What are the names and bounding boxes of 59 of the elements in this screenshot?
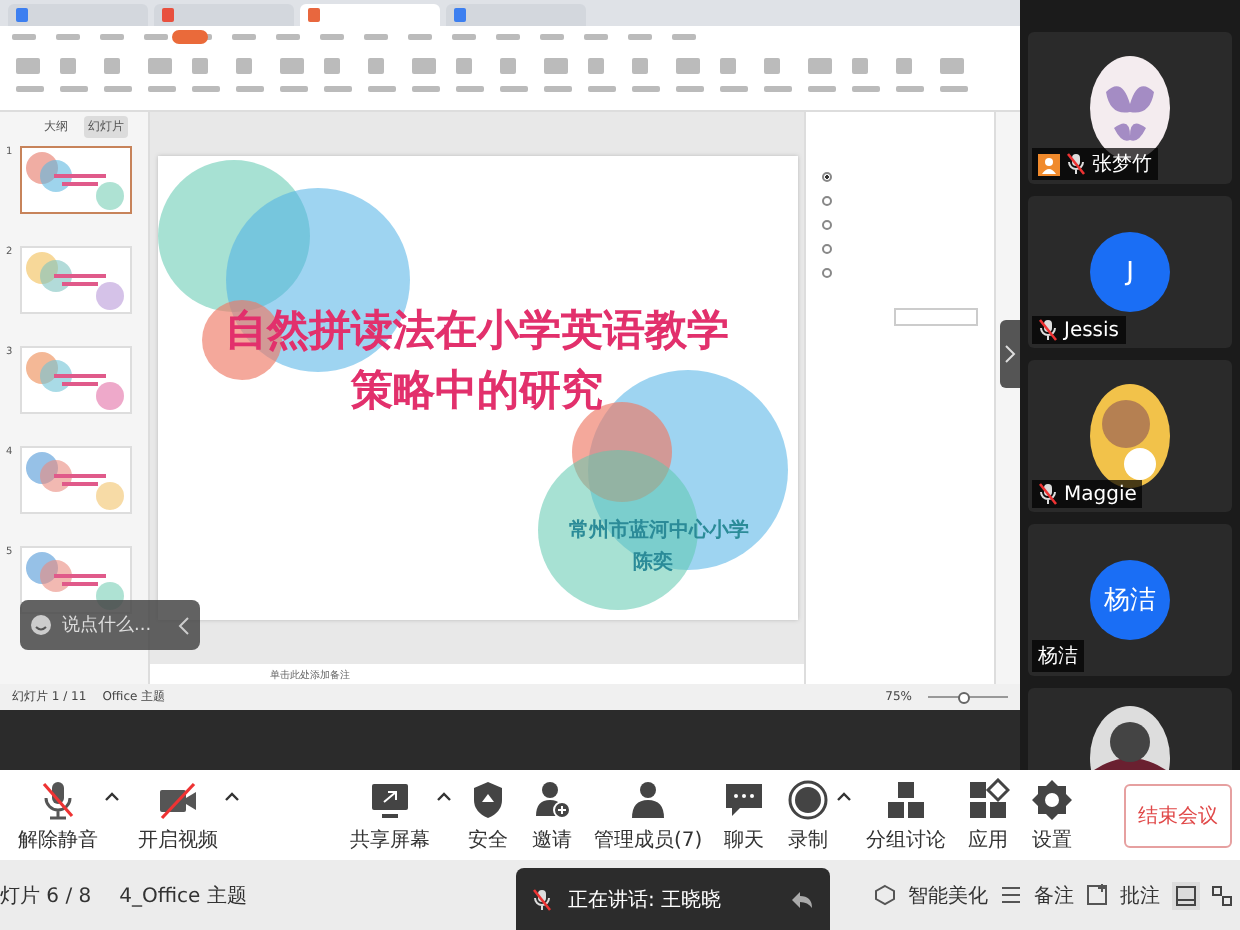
settings-icon: [1030, 777, 1075, 821]
apps-icon: [966, 777, 1011, 821]
slide-thumbnail[interactable]: [20, 146, 132, 214]
document-tab[interactable]: [154, 4, 294, 26]
document-tab[interactable]: [446, 4, 586, 26]
end-meeting-button[interactable]: 结束会议: [1124, 783, 1232, 847]
radio-button[interactable]: [822, 220, 832, 230]
squares-icon: [884, 777, 929, 821]
caret-icon[interactable]: [836, 790, 853, 802]
avatar: 杨洁: [1090, 560, 1170, 640]
radio-button[interactable]: [822, 268, 832, 278]
camera-off-icon: [156, 777, 200, 821]
avatar: J: [1090, 232, 1170, 312]
school-name: 常州市蓝河中心小学: [569, 516, 749, 544]
radio-button[interactable]: [822, 172, 832, 182]
smiley-icon: [30, 614, 52, 636]
radio-button[interactable]: [822, 196, 832, 206]
grid-view-icon[interactable]: [1212, 885, 1232, 905]
caret-icon[interactable]: [104, 790, 120, 802]
beautify-button[interactable]: 智能美化: [908, 881, 988, 909]
toolbar-button[interactable]: 分组讨论: [860, 777, 953, 853]
speaker-text: 正在讲话: 王晓晓: [568, 887, 724, 913]
add-person-icon: [530, 777, 574, 821]
toolbar-button[interactable]: 开启视频: [132, 777, 224, 853]
toolbar-button[interactable]: 设置: [1024, 777, 1081, 853]
muted-mic-icon: [532, 887, 552, 911]
notes-icon: [1000, 886, 1022, 904]
participant-name: 杨洁: [1038, 643, 1078, 670]
slider-thumb[interactable]: [958, 692, 970, 704]
caret-icon[interactable]: [224, 790, 240, 802]
beautify-icon: [874, 884, 896, 906]
participant-name: 张梦竹: [1092, 151, 1152, 178]
chat-input[interactable]: 说点什么...: [20, 600, 200, 650]
reply-arrow-icon[interactable]: [790, 889, 814, 909]
document-tab[interactable]: [8, 4, 148, 26]
toolbar-button[interactable]: 应用: [960, 777, 1017, 853]
caret-icon[interactable]: [436, 790, 452, 802]
collapse-handle[interactable]: [1000, 320, 1020, 388]
toolbar-button[interactable]: 共享屏幕: [344, 777, 436, 853]
toolbar-button[interactable]: 解除静音: [12, 777, 104, 853]
chevron-left-icon[interactable]: [178, 615, 190, 635]
toolbar-button[interactable]: 聊天: [716, 777, 773, 853]
document-tab[interactable]: [300, 4, 440, 26]
toolbar-button[interactable]: 管理成员(7): [588, 777, 709, 853]
toolbar-button[interactable]: 邀请: [524, 777, 580, 853]
record-icon: [786, 777, 831, 821]
slide-position: 灯片 6 / 8: [0, 883, 92, 909]
toolbar-button[interactable]: 录制: [780, 777, 837, 853]
author-name: 陈奕: [633, 548, 673, 576]
dropdown-field[interactable]: [894, 308, 978, 326]
participant-name: Maggie: [1064, 483, 1137, 505]
comments-button[interactable]: 批注: [1120, 881, 1160, 909]
notes-button[interactable]: 备注: [1034, 881, 1074, 909]
normal-view-button[interactable]: [1172, 881, 1200, 909]
theme-name: 4_Office 主题: [119, 883, 247, 909]
comment-icon: [1086, 884, 1108, 906]
participant-name: Jessis: [1064, 319, 1120, 341]
radio-button[interactable]: [822, 244, 832, 254]
toolbar-button[interactable]: 安全: [460, 777, 516, 853]
